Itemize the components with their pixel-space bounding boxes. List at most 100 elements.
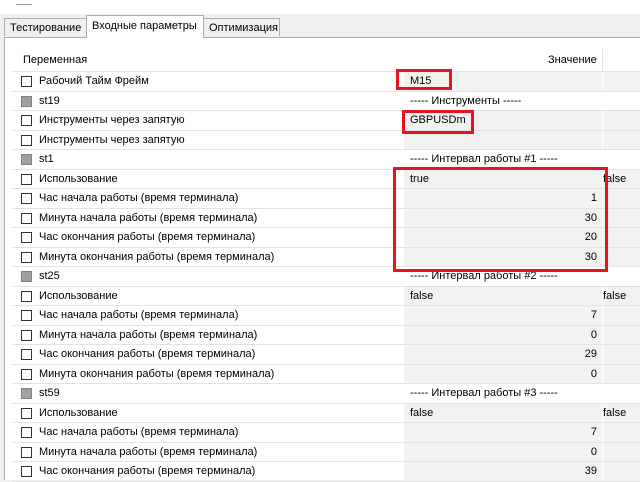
top-strip [0,0,640,14]
parameters-grid: Переменная Значение Рабочий Тайм Фрейм M1… [12,49,640,482]
parameter-name-cell: Инструменты через запятую [12,131,393,150]
extra-column-cell [603,423,640,442]
extra-column-cell [603,306,640,325]
parameter-value-cell[interactable] [404,130,602,149]
parameter-row[interactable]: Использование false false [12,286,640,306]
parameter-value-cell[interactable]: true [404,169,602,188]
parameter-row[interactable]: Час окончания работы (время терминала) 39 [12,462,640,482]
separator-row[interactable]: st25 ----- Интервал работы #2 ----- [12,267,640,287]
parameter-row[interactable]: Час начала работы (время терминала) 7 [12,306,640,326]
parameter-value-cell[interactable]: 1 [404,189,602,208]
optimize-checkbox[interactable] [21,173,32,185]
parameter-value-cell[interactable]: 0 [404,442,602,461]
column-divider [602,49,603,71]
extra-column-cell [603,111,640,130]
parameter-value-cell: ----- Интервал работы #3 ----- [404,384,602,403]
optimize-checkbox[interactable] [21,310,32,321]
parameter-row[interactable]: Час начала работы (время терминала) 7 [12,423,640,443]
parameter-value-cell[interactable]: 7 [404,423,602,442]
parameter-value-cell[interactable]: 30 [404,247,602,266]
column-header-variable[interactable]: Переменная [23,54,87,66]
optimize-checkbox[interactable] [21,154,32,165]
extra-column-cell [603,130,640,149]
optimize-checkbox[interactable] [21,232,32,243]
parameter-row[interactable]: Час окончания работы (время терминала) 29 [12,345,640,365]
extra-column-cell [603,345,640,364]
parameter-value-cell: ----- Интервал работы #2 ----- [404,267,602,286]
optimize-checkbox[interactable] [21,349,32,360]
parameter-name-cell: Минута начала работы (время терминала) [12,209,393,228]
parameter-value-cell[interactable]: M15 [404,72,602,91]
parameter-row[interactable]: Минута начала работы (время терминала) 30 [12,208,640,228]
separator-row[interactable]: st19 ----- Инструменты ----- [12,91,640,111]
optimize-checkbox[interactable] [21,368,32,380]
parameter-value: GBPUSDm [410,114,466,126]
optimize-checkbox[interactable] [21,193,32,204]
parameter-value-cell[interactable]: 0 [404,325,602,344]
parameter-value-cell[interactable]: false [404,403,602,422]
parameter-value: 20 [584,231,597,243]
parameter-row[interactable]: Минута окончания работы (время терминала… [12,364,640,384]
parameter-label: st25 [39,270,60,282]
optimize-checkbox[interactable] [21,134,32,146]
parameter-value: 0 [590,445,597,458]
parameter-row[interactable]: Час начала работы (время терминала) 1 [12,189,640,209]
column-header-value[interactable]: Значение [548,54,597,66]
optimize-checkbox[interactable] [21,271,32,282]
parameter-label: Час окончания работы (время терминала) [39,348,256,360]
extra-column-cell [603,364,640,383]
parameter-value: ----- Интервал работы #2 ----- [410,270,558,282]
parameter-row[interactable]: Инструменты через запятую [12,130,640,150]
parameter-row[interactable]: Час окончания работы (время терминала) 20 [12,228,640,248]
parameter-row[interactable]: Инструменты через запятую GBPUSDm [12,111,640,131]
optimize-checkbox[interactable] [21,329,32,341]
parameter-name-cell: st1 [12,150,393,169]
separator-row[interactable]: st59 ----- Интервал работы #3 ----- [12,384,640,404]
optimize-checkbox[interactable] [21,427,32,438]
separator-row[interactable]: st1 ----- Интервал работы #1 ----- [12,150,640,170]
optimize-checkbox[interactable] [21,466,32,477]
parameter-name-cell: st19 [12,92,393,111]
parameter-row[interactable]: Использование false false [12,403,640,423]
parameter-label: st1 [39,153,54,165]
parameter-name-cell: Рабочий Тайм Фрейм [12,72,393,91]
optimize-checkbox[interactable] [21,95,32,107]
optimize-checkbox[interactable] [21,76,32,87]
parameter-label: Минута окончания работы (время терминала… [39,367,275,380]
optimize-checkbox[interactable] [21,212,32,224]
parameter-value-cell[interactable]: 20 [404,228,602,247]
parameter-value-cell[interactable]: 29 [404,345,602,364]
parameter-value-cell[interactable]: GBPUSDm [404,111,602,130]
parameter-row[interactable]: Минута начала работы (время терминала) 0 [12,442,640,462]
parameter-value-cell[interactable]: 7 [404,306,602,325]
optimize-checkbox[interactable] [21,388,32,399]
parameter-label: Минута начала работы (время терминала) [39,211,258,224]
parameter-name-cell: st59 [12,384,393,403]
parameter-name-cell: Минута окончания работы (время терминала… [12,365,393,384]
parameter-value: M15 [410,75,432,87]
tab-input-params[interactable]: Входные параметры [86,15,204,38]
parameter-row[interactable]: Использование true false [12,169,640,189]
tab-testing[interactable]: Тестирование [4,18,87,36]
optimize-checkbox[interactable] [21,407,32,419]
tab-optimization[interactable]: Оптимизация [203,18,280,36]
parameter-value-cell[interactable]: false [404,286,602,305]
extra-column-cell [603,247,640,266]
extra-column-value: false [603,172,627,185]
parameter-value-cell[interactable]: 30 [404,208,602,227]
optimize-checkbox[interactable] [21,251,32,263]
parameter-row[interactable]: Минута окончания работы (время терминала… [12,247,640,267]
parameter-value-cell[interactable]: 39 [404,462,602,481]
parameter-name-cell: Час начала работы (время терминала) [12,423,393,442]
parameter-label: Час окончания работы (время терминала) [39,465,256,477]
parameter-name-cell: Час окончания работы (время терминала) [12,228,393,247]
optimize-checkbox[interactable] [21,446,32,458]
optimize-checkbox[interactable] [21,115,32,126]
parameter-row[interactable]: Минута начала работы (время терминала) 0 [12,325,640,345]
parameter-name-cell: Минута начала работы (время терминала) [12,326,393,345]
parameter-row[interactable]: Рабочий Тайм Фрейм M15 [12,72,640,92]
optimize-checkbox[interactable] [21,290,32,302]
parameter-value-cell[interactable]: 0 [404,364,602,383]
parameter-value: 0 [590,367,597,380]
parameter-name-cell: Час окончания работы (время терминала) [12,462,393,481]
